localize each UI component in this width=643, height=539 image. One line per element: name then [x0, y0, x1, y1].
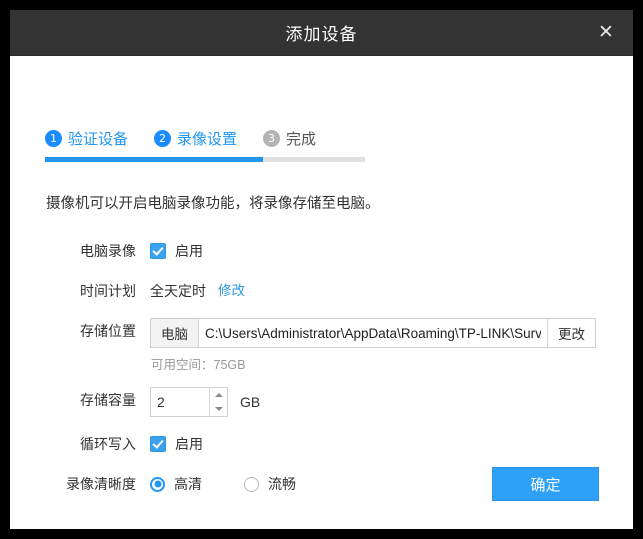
form-row-schedule: 时间计划 全天定时 修改 — [46, 278, 606, 304]
pc-record-checkbox-label: 启用 — [175, 243, 203, 259]
dialog-description: 摄像机可以开启电脑录像功能，将录像存储至电脑。 — [46, 196, 380, 212]
checkmark-icon — [150, 436, 166, 452]
storage-capacity-input[interactable] — [151, 388, 209, 416]
field-storage-capacity: GB — [150, 387, 260, 417]
storage-capacity-unit: GB — [240, 394, 261, 410]
step-list: 1 验证设备 2 录像设置 3 完成 — [45, 127, 365, 149]
form-row-pc-record: 电脑录像 启用 — [46, 238, 606, 264]
radio-unselected-icon — [244, 476, 259, 492]
step-number-circle-1: 1 — [45, 129, 62, 147]
step-item-complete[interactable]: 3 完成 — [263, 128, 316, 149]
form-row-storage-location: 存储位置 电脑 更改 可用空间：75GB — [46, 318, 606, 373]
label-schedule: 时间计划 — [80, 283, 136, 299]
label-cyclic-write: 循环写入 — [80, 436, 136, 452]
dialog-footer: 确定 — [492, 467, 599, 501]
field-schedule: 全天定时 修改 — [150, 278, 245, 304]
schedule-value: 全天定时 — [150, 283, 206, 299]
dialog-body: 1 验证设备 2 录像设置 3 完成 摄像机可以开启电脑录像功能，将录像存储至电… — [10, 56, 633, 529]
field-cyclic-write: 启用 — [150, 431, 203, 457]
field-quality: 高清 流畅 — [150, 471, 296, 497]
step-progress-track — [45, 157, 365, 162]
step-item-verify-device[interactable]: 1 验证设备 — [45, 128, 128, 149]
step-indicator: 1 验证设备 2 录像设置 3 完成 — [45, 127, 365, 162]
screen: 添加设备 ✕ 1 验证设备 2 录像设置 3 完成 摄像机可以开启电脑录像功能，… — [0, 0, 643, 539]
quality-radio-smooth-label: 流畅 — [268, 476, 296, 492]
storage-change-button[interactable]: 更改 — [547, 319, 595, 347]
field-pc-record: 启用 — [150, 238, 203, 264]
chevron-down-icon[interactable] — [210, 402, 227, 416]
close-icon[interactable]: ✕ — [593, 20, 619, 46]
cyclic-write-checkbox[interactable]: 启用 — [150, 434, 203, 454]
form-row-storage-capacity: 存储容量 GB — [46, 387, 606, 417]
quality-radio-hd-label: 高清 — [174, 476, 202, 492]
storage-capacity-stepper[interactable] — [150, 387, 228, 417]
storage-path-input-group: 电脑 更改 — [150, 318, 596, 348]
step-label-2: 录像设置 — [177, 130, 238, 148]
label-quality: 录像清晰度 — [66, 476, 136, 492]
chevron-up-icon[interactable] — [210, 388, 227, 402]
add-device-dialog: 添加设备 ✕ 1 验证设备 2 录像设置 3 完成 摄像机可以开启电脑录像功能，… — [10, 10, 633, 529]
dialog-titlebar: 添加设备 ✕ — [10, 10, 633, 56]
checkmark-icon — [150, 243, 166, 259]
available-space-hint: 可用空间：75GB — [151, 358, 246, 372]
quality-radio-smooth[interactable]: 流畅 — [244, 474, 296, 494]
step-number-circle-3: 3 — [263, 129, 281, 147]
radio-selected-icon — [150, 476, 165, 492]
field-storage-location: 电脑 更改 可用空间：75GB — [150, 318, 596, 373]
storage-source-button[interactable]: 电脑 — [151, 319, 199, 347]
label-storage-capacity: 存储容量 — [80, 392, 136, 408]
schedule-edit-link[interactable]: 修改 — [218, 278, 245, 304]
label-storage-location: 存储位置 — [80, 323, 136, 339]
confirm-button[interactable]: 确定 — [492, 467, 599, 501]
step-item-record-settings[interactable]: 2 录像设置 — [154, 128, 237, 149]
dialog-title: 添加设备 — [285, 25, 358, 44]
quality-radio-hd[interactable]: 高清 — [150, 474, 202, 494]
step-label-3: 完成 — [286, 130, 317, 148]
label-pc-record: 电脑录像 — [80, 243, 136, 259]
pc-record-checkbox[interactable]: 启用 — [150, 241, 203, 261]
form-row-cyclic-write: 循环写入 启用 — [46, 431, 606, 457]
storage-path-input[interactable] — [199, 319, 547, 347]
step-progress-fill — [45, 157, 263, 162]
step-label-1: 验证设备 — [68, 130, 129, 148]
stepper-buttons — [209, 388, 227, 416]
cyclic-write-checkbox-label: 启用 — [175, 436, 203, 452]
step-number-circle-2: 2 — [154, 129, 172, 147]
